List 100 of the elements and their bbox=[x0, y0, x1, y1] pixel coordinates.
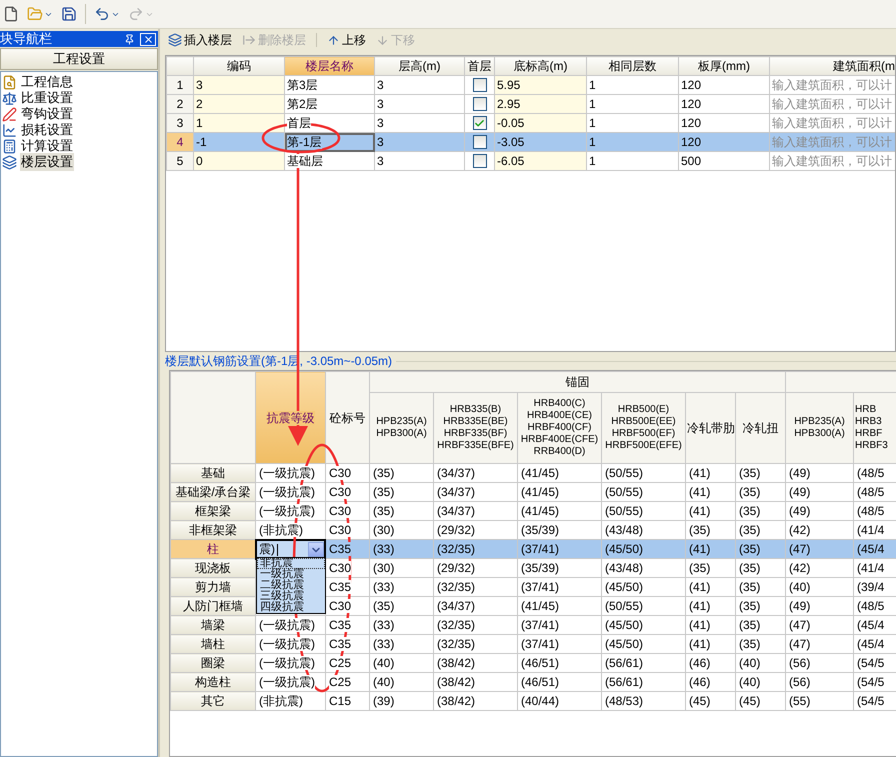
dropdown-button[interactable] bbox=[308, 542, 324, 557]
nav-item[interactable]: 弯钩设置 bbox=[20, 105, 74, 123]
table-cell: (一级抗震) bbox=[256, 654, 326, 672]
table-cell: (非抗震) bbox=[256, 520, 326, 540]
nav-item[interactable]: 楼层设置 bbox=[20, 153, 74, 171]
column-header: 冷轧带肋 bbox=[686, 392, 736, 464]
table-cell: (45/50) bbox=[602, 634, 686, 654]
row-header[interactable]: 非框架梁 bbox=[170, 520, 256, 540]
toolbar-button[interactable]: 上移 bbox=[324, 30, 369, 50]
table-cell: (35) bbox=[736, 502, 786, 520]
row-header[interactable]: 圈梁 bbox=[170, 654, 256, 672]
table-cell: (41) bbox=[686, 634, 736, 654]
scale-icon bbox=[2, 90, 17, 106]
column-header[interactable]: 抗震等级 bbox=[256, 372, 326, 464]
table-cell: (46) bbox=[686, 654, 736, 672]
checkbox[interactable] bbox=[472, 97, 486, 112]
table-cell: (47) bbox=[786, 616, 854, 634]
row-number[interactable]: 2 bbox=[166, 94, 194, 114]
column-header: HRB500(E) HRB500E(EE) HRBF500(EF) HRBF500E(EFE) bbox=[602, 392, 686, 464]
row-number[interactable]: 3 bbox=[166, 114, 194, 132]
row-header[interactable]: 基础梁/承台梁 bbox=[170, 482, 256, 502]
close-button[interactable] bbox=[140, 32, 156, 46]
row-header[interactable]: 基础 bbox=[170, 464, 256, 482]
table-cell: (40) bbox=[736, 654, 786, 672]
panel-title: 块导航栏 bbox=[0, 30, 52, 48]
table-cell: C15 bbox=[326, 692, 370, 710]
table-cell: (45) bbox=[686, 692, 736, 710]
table-cell: (32/35) bbox=[434, 578, 518, 596]
table-cell: 输入建筑面积，可以计 bbox=[770, 114, 895, 132]
toolbar-button[interactable]: 插入楼层 bbox=[165, 30, 235, 50]
table-cell: 1 bbox=[586, 152, 678, 170]
table-cell: (41/4 bbox=[854, 520, 896, 540]
table-cell: (41/45) bbox=[518, 482, 602, 502]
row-number[interactable]: 1 bbox=[166, 76, 194, 94]
table-cell: (46/51) bbox=[518, 654, 602, 672]
column-header[interactable]: 层高(m) bbox=[374, 56, 464, 76]
row-header[interactable]: 构造柱 bbox=[170, 672, 256, 692]
table-cell: (41/45) bbox=[518, 464, 602, 482]
check-icon bbox=[474, 118, 485, 129]
table-cell: (50/55) bbox=[602, 502, 686, 520]
section-header[interactable]: 工程设置 bbox=[0, 48, 158, 70]
table-cell: (41) bbox=[686, 616, 736, 634]
row-header[interactable]: 现浇板 bbox=[170, 558, 256, 578]
table-cell: (45/4 bbox=[854, 634, 896, 654]
table-cell: (47) bbox=[786, 634, 854, 654]
table-cell: (35) bbox=[736, 558, 786, 578]
column-header[interactable]: 首层 bbox=[464, 56, 494, 76]
column-header[interactable]: 板厚(mm) bbox=[678, 56, 770, 76]
save-icon bbox=[61, 6, 77, 22]
table-cell: 1 bbox=[586, 76, 678, 94]
table-cell: C30 bbox=[326, 558, 370, 578]
checkbox[interactable] bbox=[472, 116, 486, 130]
row-number[interactable]: 5 bbox=[166, 152, 194, 170]
table-cell: (35) bbox=[370, 482, 434, 502]
table-cell: (41) bbox=[686, 482, 736, 502]
table-cell: C30 bbox=[326, 482, 370, 502]
column-header: HRB400(C) HRB400E(CE) HRBF400(CF) HRBF400E(CFE) RRB400(D) bbox=[518, 392, 602, 464]
row-header[interactable]: 剪力墙 bbox=[170, 578, 256, 596]
table-cell: (37/41) bbox=[518, 540, 602, 558]
table-cell: (40/44) bbox=[518, 692, 602, 710]
checkbox[interactable] bbox=[472, 78, 486, 92]
table-cell: (40) bbox=[786, 578, 854, 596]
column-header[interactable]: 建筑面积(m bbox=[770, 56, 895, 76]
table-cell: (一级抗震) bbox=[256, 502, 326, 520]
table-cell: (43/48) bbox=[602, 520, 686, 540]
column-header[interactable]: 相同层数 bbox=[586, 56, 678, 76]
nav-item[interactable]: 工程信息 bbox=[20, 73, 74, 91]
table-cell: -6.05 bbox=[494, 152, 586, 170]
table-cell: (47) bbox=[786, 540, 854, 558]
table-cell: (46/51) bbox=[518, 672, 602, 692]
table-cell: (35) bbox=[736, 540, 786, 558]
column-header[interactable]: 底标高(m) bbox=[494, 56, 586, 76]
table-cell: (41) bbox=[686, 540, 736, 558]
table-cell: (41) bbox=[686, 578, 736, 596]
row-header[interactable]: 其它 bbox=[170, 692, 256, 710]
table-cell: (40) bbox=[736, 672, 786, 692]
table-cell: (35) bbox=[736, 464, 786, 482]
nav-item[interactable]: 比重设置 bbox=[20, 89, 74, 107]
row-number[interactable]: 4 bbox=[166, 132, 194, 152]
row-header[interactable]: 墙柱 bbox=[170, 634, 256, 654]
table-cell: (32/35) bbox=[434, 540, 518, 558]
row-header[interactable]: 框架梁 bbox=[170, 502, 256, 520]
table-cell: 第2层 bbox=[284, 94, 374, 114]
table-cell: 输入建筑面积，可以计 bbox=[770, 94, 895, 114]
nav-item[interactable]: 计算设置 bbox=[20, 137, 74, 155]
column-header[interactable]: 楼层名称 bbox=[284, 56, 374, 76]
row-header[interactable]: 柱 bbox=[170, 540, 256, 558]
table-cell: (35) bbox=[370, 502, 434, 520]
column-header[interactable]: 编码 bbox=[194, 56, 284, 76]
table-cell: (50/55) bbox=[602, 464, 686, 482]
table-cell: 3 bbox=[374, 114, 464, 132]
layers-icon bbox=[2, 154, 17, 170]
row-header[interactable]: 人防门框墙 bbox=[170, 596, 256, 616]
table-cell: (一级抗震) bbox=[256, 672, 326, 692]
checkbox[interactable] bbox=[472, 154, 486, 168]
nav-item[interactable]: 损耗设置 bbox=[20, 121, 74, 139]
row-header[interactable]: 墙梁 bbox=[170, 616, 256, 634]
column-header[interactable]: 砼标号 bbox=[326, 372, 370, 464]
checkbox[interactable] bbox=[472, 135, 486, 150]
table-cell: (40) bbox=[370, 672, 434, 692]
